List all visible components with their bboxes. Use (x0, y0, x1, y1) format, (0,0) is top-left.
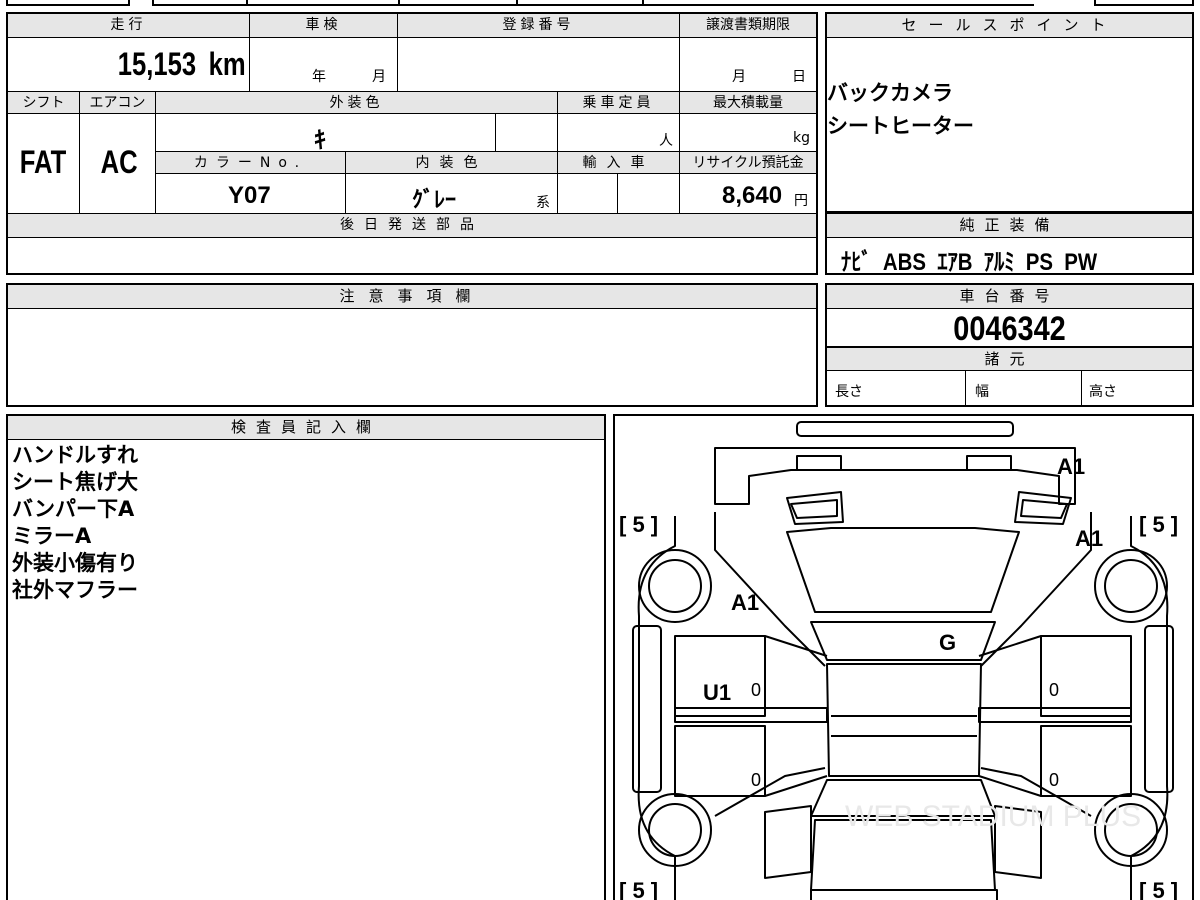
recycle-value: 8,640 (722, 182, 783, 209)
diagram-watermark: WEB STADIUM PLUS (845, 800, 1141, 833)
damage-label-bumper: A1 (1057, 454, 1085, 479)
notes-box: 注意事項欄 (6, 283, 818, 407)
exterior-color-value: ｷ (314, 127, 326, 154)
aircon-label: エアコン (80, 92, 156, 114)
exterior-color-cell: ｷ (156, 114, 496, 154)
exterior-color-label: 外装色 (156, 92, 558, 114)
color-no-value: Y07 (228, 182, 271, 209)
chassis-label: 車台番号 (827, 285, 1192, 309)
tire-mark-front-right: [ 5 ] (1139, 512, 1178, 537)
inspection-label: 車検 (250, 14, 398, 38)
vehicle-info-box: 走行 車検 登録番号 譲渡書類期限 15,153 km 年 月 月 日 シフト … (6, 12, 818, 275)
inspector-line-3: バンパー下A (12, 497, 135, 521)
aircon-cell: AC (80, 114, 156, 214)
recycle-cell: 8,640 円 (680, 174, 816, 214)
inspector-line-1: ハンドルすれ (12, 443, 138, 467)
interior-color-cell: ｸﾞﾚｰ 系 (346, 174, 558, 214)
exterior-color-sub-cell (496, 114, 558, 152)
recycle-unit: 円 (794, 193, 808, 209)
chassis-box: 車台番号 0046342 諸元 長さ 幅 高さ (825, 283, 1194, 407)
height-label: 高さ (1089, 384, 1117, 400)
door-mark-front-left: 0 (751, 680, 761, 700)
car-diagram: WEB STADIUM PLUS [ 5 ] [ 5 ] [ 5 ] [ 5 ]… (619, 421, 1178, 900)
mileage-unit: km (208, 46, 246, 82)
genuine-equipment-label: 純正装備 (827, 214, 1192, 238)
shift-label: シフト (8, 92, 80, 114)
recycle-label: リサイクル預託金 (680, 152, 816, 174)
damage-label-windshield: G (939, 630, 956, 655)
damage-label-left-fender: A1 (731, 590, 759, 615)
tire-mark-rear-right: [ 5 ] (1139, 878, 1178, 900)
mileage-value: 15,153 (117, 46, 197, 82)
damage-label-right-fender: A1 (1075, 526, 1103, 551)
length-label: 長さ (835, 384, 863, 400)
transfer-deadline-label: 譲渡書類期限 (680, 14, 816, 38)
sales-points-label: セールスポイント (827, 14, 1192, 38)
inspector-line-2: シート焦げ大 (12, 470, 138, 494)
registration-label: 登録番号 (398, 14, 680, 38)
door-mark-rear-right: 0 (1049, 770, 1059, 790)
tire-mark-rear-left: [ 5 ] (619, 878, 658, 900)
notes-label: 注意事項欄 (8, 285, 816, 309)
max-load-unit: kg (793, 130, 810, 146)
mileage-cell: 15,153 km (8, 38, 250, 92)
capacity-unit: 人 (659, 133, 673, 149)
color-no-cell: Y07 (156, 174, 346, 214)
inspector-line-5: 外装小傷有り (12, 551, 138, 575)
aircon-value: AC (100, 144, 138, 180)
inspector-line-6: 社外マフラー (12, 578, 138, 602)
later-parts-label: 後日発送部品 (8, 214, 816, 238)
sales-point-1: バックカメラ (827, 81, 953, 105)
shift-cell: FAT (8, 114, 80, 214)
interior-color-label: 内装色 (346, 152, 558, 174)
transfer-day-unit: 日 (792, 69, 806, 85)
genuine-equipment-value: ﾅﾋﾞ ABS ｴｱB ｱﾙﾐ PS PW (841, 249, 1098, 276)
import-cell-b (618, 174, 680, 214)
specs-label: 諸元 (827, 347, 1192, 371)
door-mark-front-right: 0 (1049, 680, 1059, 700)
inspector-box: 検査員記入欄 ハンドルすれ シート焦げ大 バンパー下A ミラーA 外装小傷有り … (6, 414, 606, 900)
door-mark-rear-left: 0 (751, 770, 761, 790)
sales-points-box: セールスポイント バックカメラ シートヒーター (825, 12, 1194, 213)
top-strip (6, 0, 1194, 6)
genuine-equipment-box: 純正装備 ﾅﾋﾞ ABS ｴｱB ｱﾙﾐ PS PW (825, 212, 1194, 276)
tire-mark-front-left: [ 5 ] (619, 512, 658, 537)
inspector-label: 検査員記入欄 (8, 416, 604, 440)
inspection-year-unit: 年 (312, 69, 326, 85)
registration-cell (398, 38, 680, 92)
import-cell-a (558, 174, 618, 214)
inspection-cell: 年 月 (250, 38, 398, 92)
inspection-month-unit: 月 (372, 69, 386, 85)
capacity-cell: 人 (558, 114, 680, 152)
width-label: 幅 (975, 384, 989, 400)
inspector-line-4: ミラーA (12, 524, 92, 548)
color-no-label: カラーNo. (156, 152, 346, 174)
transfer-month-unit: 月 (732, 69, 746, 85)
sales-point-2: シートヒーター (827, 114, 974, 138)
shift-value: FAT (19, 144, 67, 180)
max-load-label: 最大積載量 (680, 92, 816, 114)
car-diagram-box: WEB STADIUM PLUS [ 5 ] [ 5 ] [ 5 ] [ 5 ]… (613, 414, 1194, 900)
import-label: 輸入車 (558, 152, 680, 174)
chassis-value: 0046342 (953, 310, 1066, 348)
mileage-label: 走行 (8, 14, 250, 38)
transfer-deadline-cell: 月 日 (680, 38, 816, 92)
interior-color-value: ｸﾞﾚｰ (412, 187, 457, 212)
capacity-label: 乗車定員 (558, 92, 680, 114)
max-load-cell: kg (680, 114, 816, 152)
interior-suffix: 系 (536, 195, 550, 211)
damage-label-left-door: U1 (703, 680, 731, 705)
